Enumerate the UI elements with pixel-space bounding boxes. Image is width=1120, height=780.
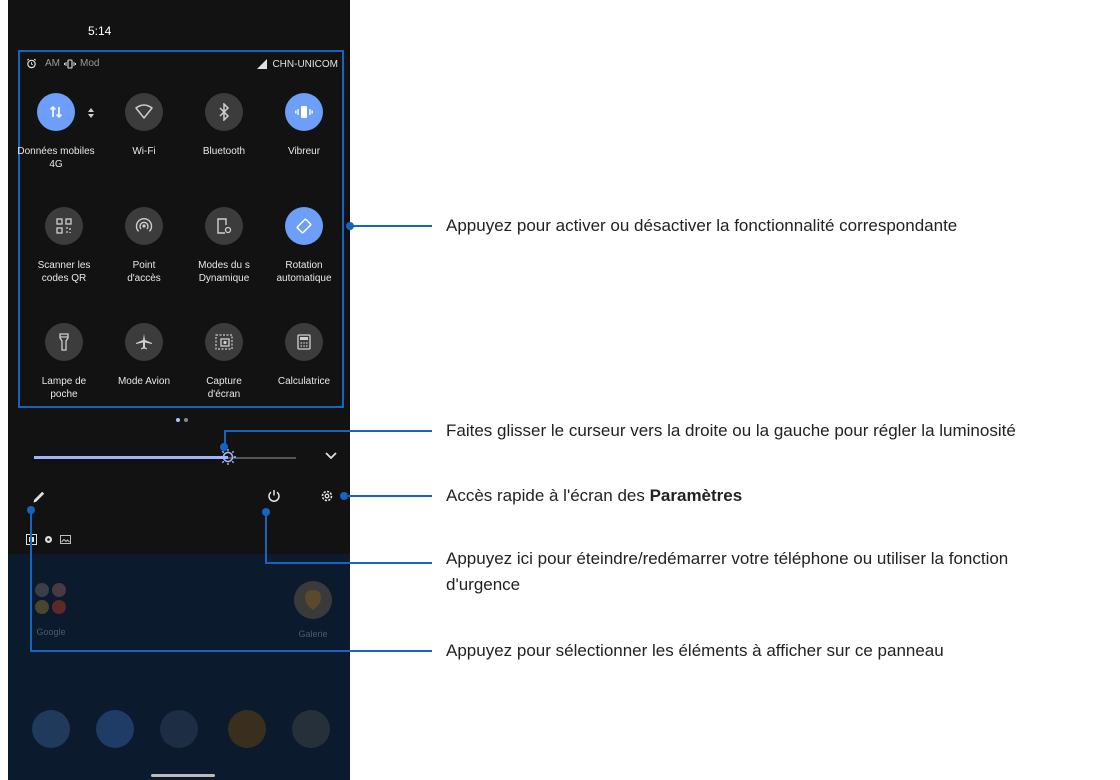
tile-airplane-mode[interactable]: Mode Avion xyxy=(104,323,184,388)
google-folder-icon xyxy=(35,583,66,614)
alarm-time: AM xyxy=(45,58,60,69)
page-indicator xyxy=(176,418,188,422)
gesture-navigation-bar[interactable] xyxy=(151,774,215,777)
tile-display-mode[interactable]: Modes du s Dynamique xyxy=(184,207,264,285)
annotation-settings-bold: Paramètres xyxy=(649,486,743,505)
play-store-app-icon[interactable] xyxy=(160,710,198,748)
annotation-power-line2: d'urgence xyxy=(446,575,521,594)
callout-line xyxy=(30,650,432,652)
gear-icon[interactable] xyxy=(320,489,334,503)
power-icon[interactable] xyxy=(267,489,281,503)
callout-line xyxy=(224,430,226,447)
edit-pencil-icon[interactable] xyxy=(32,490,46,504)
vibrate-status-icon xyxy=(64,58,76,69)
image-notification-icon xyxy=(60,535,71,544)
tile-label: Données mobiles 4G xyxy=(17,146,95,170)
hotspot-icon xyxy=(125,207,163,245)
phone-screen: 5:14 AM Mod CHN-UNICOM Données mobiles 4… xyxy=(8,0,350,780)
alarm-icon xyxy=(27,58,36,69)
signal-icon xyxy=(257,59,268,69)
tile-bluetooth[interactable]: Bluetooth xyxy=(184,93,264,158)
carrier-name: CHN-UNICOM xyxy=(272,58,338,70)
tile-label: Point d'accès xyxy=(127,260,161,284)
annotation-brightness: Faites glisser le curseur vers la droite… xyxy=(446,421,1016,440)
tile-label: Lampe de poche xyxy=(41,376,87,400)
expand-arrows-icon[interactable] xyxy=(88,107,94,119)
app-google-folder[interactable]: Google xyxy=(32,580,70,637)
mobile-data-icon xyxy=(37,93,75,131)
tile-label: Capture d'écran xyxy=(206,376,242,400)
tile-vibrate[interactable]: Vibreur xyxy=(264,93,344,158)
page-dot xyxy=(176,418,180,422)
bluetooth-icon xyxy=(205,93,243,131)
annotation-settings-text: Accès rapide à l'écran des xyxy=(446,486,650,505)
camera-app-icon[interactable] xyxy=(292,710,330,748)
annotation-settings: Accès rapide à l'écran des Paramètres xyxy=(446,485,742,507)
tile-screenshot[interactable]: Capture d'écran xyxy=(184,323,264,401)
flashlight-icon xyxy=(45,323,83,361)
tile-label: Wi-Fi xyxy=(132,146,156,157)
chevron-down-icon[interactable] xyxy=(324,451,338,461)
tile-calculator[interactable]: Calculatrice xyxy=(264,323,344,388)
tile-mobile-data[interactable]: Données mobiles 4G xyxy=(16,93,96,171)
page-dot xyxy=(184,418,188,422)
gallery-icon xyxy=(294,581,332,619)
tile-label: Vibreur xyxy=(287,146,321,157)
tile-qr-scanner[interactable]: Scanner les codes QR xyxy=(24,207,104,285)
tile-label: Mode Avion xyxy=(117,376,171,387)
annotation-power: Appuyez ici pour éteindre/redémarrer vot… xyxy=(446,548,1008,596)
callout-line xyxy=(350,225,432,227)
tile-wifi[interactable]: Wi-Fi xyxy=(104,93,184,158)
vibrate-icon xyxy=(285,93,323,131)
airplane-icon xyxy=(125,323,163,361)
tile-label: Bluetooth xyxy=(202,146,246,157)
tile-flashlight[interactable]: Lampe de poche xyxy=(24,323,104,401)
tile-label: Rotation automatique xyxy=(276,260,332,284)
app-label: Google xyxy=(36,627,66,637)
annotation-edit: Appuyez pour sélectionner les éléments à… xyxy=(446,641,944,660)
notification-icons xyxy=(26,534,71,545)
messages-app-icon[interactable] xyxy=(96,710,134,748)
status-row: AM Mod CHN-UNICOM xyxy=(26,58,342,72)
callout-line xyxy=(344,495,432,497)
tile-label: Calculatrice xyxy=(277,376,331,387)
chrome-app-icon[interactable] xyxy=(228,710,266,748)
callout-line xyxy=(265,512,267,564)
screenshot-icon xyxy=(205,323,243,361)
wifi-icon xyxy=(125,93,163,131)
callout-line xyxy=(30,510,32,652)
auto-rotate-icon xyxy=(285,207,323,245)
annotation-tiles: Appuyez pour activer ou désactiver la fo… xyxy=(446,216,958,235)
tile-auto-rotate[interactable]: Rotation automatique xyxy=(264,207,344,285)
calculator-icon xyxy=(285,323,323,361)
app-label: Galerie xyxy=(298,629,328,639)
callout-line xyxy=(265,562,432,564)
status-clock: 5:14 xyxy=(88,24,112,38)
tile-label: Modes du s Dynamique xyxy=(198,260,250,284)
display-mode-icon xyxy=(205,207,243,245)
brightness-fill xyxy=(34,456,228,459)
annotation-power-line1: Appuyez ici pour éteindre/redémarrer vot… xyxy=(446,549,1009,568)
app-gallery[interactable]: Galerie xyxy=(288,580,338,639)
settings-notification-icon xyxy=(45,536,52,543)
tile-hotspot[interactable]: Point d'accès xyxy=(104,207,184,285)
phone-app-icon[interactable] xyxy=(32,710,70,748)
qr-code-icon xyxy=(45,207,83,245)
vibrate-status-text: Mod xyxy=(80,58,100,69)
app-dock xyxy=(8,710,350,750)
callout-line xyxy=(224,430,432,432)
tile-label: Scanner les codes QR xyxy=(37,260,91,284)
